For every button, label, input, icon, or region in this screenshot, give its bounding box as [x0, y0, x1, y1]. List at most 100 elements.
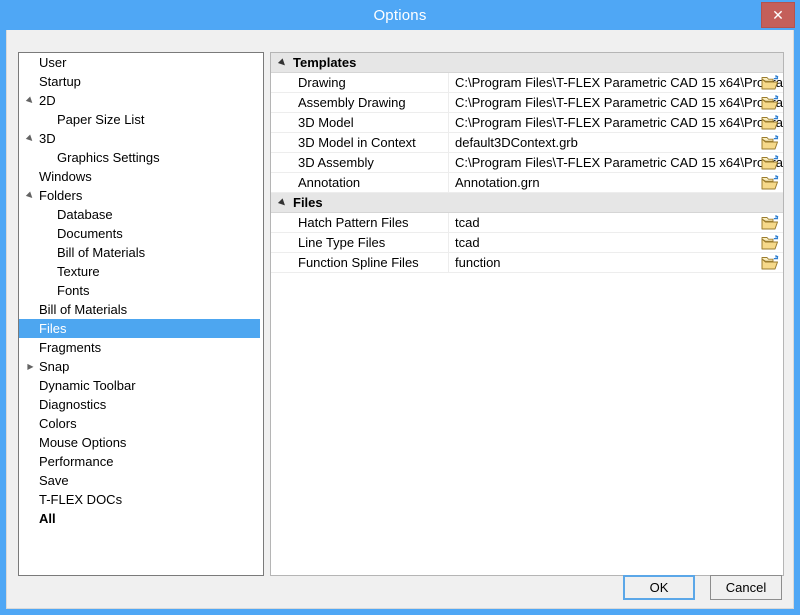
sidebar-item-label: Dynamic Toolbar [39, 378, 136, 393]
sidebar-item-save[interactable]: Save [19, 471, 263, 490]
open-folder-icon[interactable] [761, 215, 779, 231]
sidebar-item-snap[interactable]: ▶ Snap [19, 357, 263, 376]
sidebar-item-windows[interactable]: Windows [19, 167, 263, 186]
sidebar-item-fragments[interactable]: Fragments [19, 338, 263, 357]
property-name: Hatch Pattern Files [271, 213, 449, 232]
property-value[interactable]: tcad [449, 233, 783, 252]
sidebar-item-label: All [39, 511, 56, 526]
sidebar-item-label: Diagnostics [39, 397, 107, 412]
sidebar-item-database[interactable]: Database [19, 205, 263, 224]
property-name: Assembly Drawing [271, 93, 449, 112]
open-folder-icon[interactable] [761, 95, 779, 111]
window-title: Options [373, 6, 427, 24]
sidebar-item-dynamic-toolbar[interactable]: Dynamic Toolbar [19, 376, 263, 395]
title-bar: Options ✕ [6, 0, 795, 30]
sidebar-item-label: Save [39, 473, 69, 488]
property-name: Annotation [271, 173, 449, 192]
sidebar-item-3d[interactable]: ▶ 3D [19, 129, 263, 148]
property-value[interactable]: default3DContext.grb [449, 133, 783, 152]
sidebar-item-label: User [39, 55, 67, 70]
sidebar-item-label: Graphics Settings [57, 150, 160, 165]
property-value[interactable]: function [449, 253, 783, 272]
sidebar-item-label: Performance [39, 454, 114, 469]
sidebar-item-label: Mouse Options [39, 435, 127, 450]
sidebar-item-bill-of-materials[interactable]: Bill of Materials [19, 300, 263, 319]
triangle-collapsed-icon[interactable]: ▶ [25, 357, 36, 376]
open-folder-icon[interactable] [761, 115, 779, 131]
triangle-expanded-icon[interactable]: ▶ [20, 185, 41, 206]
triangle-expanded-icon[interactable]: ▶ [272, 53, 294, 74]
sidebar-item-2d[interactable]: ▶ 2D [19, 91, 263, 110]
sidebar-item-folders[interactable]: ▶ Folders [19, 186, 263, 205]
grid-row[interactable]: 3D Model C:\Program Files\T-FLEX Parametr… [271, 113, 783, 133]
sidebar-item-label: Startup [39, 74, 81, 89]
sidebar-item-texture[interactable]: Texture [19, 262, 263, 281]
grid-row[interactable]: Function Spline Files function [271, 253, 783, 273]
grid-row[interactable]: Line Type Files tcad [271, 233, 783, 253]
sidebar-item-graphics-settings[interactable]: Graphics Settings [19, 148, 263, 167]
sidebar-item-performance[interactable]: Performance [19, 452, 263, 471]
close-icon[interactable]: ✕ [761, 2, 795, 28]
sidebar-item-mouse-options[interactable]: Mouse Options [19, 433, 263, 452]
triangle-expanded-icon[interactable]: ▶ [20, 90, 41, 111]
grid-group-header-templates[interactable]: ▶ Templates [271, 53, 783, 73]
sidebar-item-paper-size-list[interactable]: Paper Size List [19, 110, 263, 129]
property-value[interactable]: C:\Program Files\T-FLEX Parametric CAD 1… [449, 153, 783, 172]
property-value[interactable]: Annotation.grn [449, 173, 783, 192]
grid-row[interactable]: Assembly Drawing C:\Program Files\T-FLEX … [271, 93, 783, 113]
property-value[interactable]: tcad [449, 213, 783, 232]
grid-row[interactable]: Annotation Annotation.grn [271, 173, 783, 193]
open-folder-icon[interactable] [761, 175, 779, 191]
open-folder-icon[interactable] [761, 135, 779, 151]
sidebar-item-bill-of-materials[interactable]: Bill of Materials [19, 243, 263, 262]
sidebar-item-documents[interactable]: Documents [19, 224, 263, 243]
grid-row[interactable]: 3D Assembly C:\Program Files\T-FLEX Param… [271, 153, 783, 173]
sidebar-item-label: Windows [39, 169, 92, 184]
property-name: Line Type Files [271, 233, 449, 252]
sidebar-item-user[interactable]: User [19, 53, 263, 72]
sidebar-item-label: 2D [39, 93, 56, 108]
sidebar-item-colors[interactable]: Colors [19, 414, 263, 433]
dialog-footer: OK Cancel [7, 575, 793, 608]
sidebar-item-label: 3D [39, 131, 56, 146]
sidebar-item-label: Fonts [57, 283, 90, 298]
open-folder-icon[interactable] [761, 255, 779, 271]
grid-group-title: Files [293, 195, 323, 210]
grid-row[interactable]: Drawing C:\Program Files\T-FLEX Parametri… [271, 73, 783, 93]
sidebar-item-t-flex-docs[interactable]: T-FLEX DOCs [19, 490, 263, 509]
sidebar-item-label: Documents [57, 226, 123, 241]
property-name: Function Spline Files [271, 253, 449, 272]
grid-row[interactable]: 3D Model in Context default3DContext.grb [271, 133, 783, 153]
sidebar-item-all[interactable]: All [19, 509, 263, 528]
sidebar-item-label: Texture [57, 264, 100, 279]
property-value[interactable]: C:\Program Files\T-FLEX Parametric CAD 1… [449, 73, 783, 92]
open-folder-icon[interactable] [761, 75, 779, 91]
sidebar-item-label: Folders [39, 188, 83, 203]
sidebar-item-files[interactable]: Files [19, 319, 260, 338]
sidebar-item-label: Fragments [39, 340, 102, 355]
sidebar-item-label: Snap [39, 359, 70, 374]
sidebar-item-label: Colors [39, 416, 77, 431]
settings-category-tree[interactable]: User Startup ▶ 2D Paper Size List ▶ 3D Graphics… [18, 52, 264, 576]
sidebar-item-label: Bill of Materials [39, 302, 128, 317]
open-folder-icon[interactable] [761, 155, 779, 171]
sidebar-item-startup[interactable]: Startup [19, 72, 263, 91]
triangle-expanded-icon[interactable]: ▶ [272, 192, 294, 214]
triangle-expanded-icon[interactable]: ▶ [20, 128, 41, 149]
ok-button[interactable]: OK [623, 575, 695, 600]
property-name: 3D Model [271, 113, 449, 132]
options-dialog-window: Options ✕ User Startup ▶ 2D Paper Size List ▶… [0, 0, 800, 615]
sidebar-item-diagnostics[interactable]: Diagnostics [19, 395, 263, 414]
sidebar-item-label: T-FLEX DOCs [39, 492, 123, 507]
sidebar-item-fonts[interactable]: Fonts [19, 281, 263, 300]
settings-property-grid[interactable]: ▶ Templates Drawing C:\Program Files\T-FLEX… [270, 52, 784, 576]
property-value[interactable]: C:\Program Files\T-FLEX Parametric CAD 1… [449, 93, 783, 112]
sidebar-item-label: Paper Size List [57, 112, 145, 127]
grid-group-header-files[interactable]: ▶ Files [271, 193, 783, 213]
property-value[interactable]: C:\Program Files\T-FLEX Parametric CAD 1… [449, 113, 783, 132]
property-name: 3D Assembly [271, 153, 449, 172]
cancel-button[interactable]: Cancel [710, 575, 782, 600]
property-name: 3D Model in Context [271, 133, 449, 152]
grid-row[interactable]: Hatch Pattern Files tcad [271, 213, 783, 233]
open-folder-icon[interactable] [761, 235, 779, 251]
